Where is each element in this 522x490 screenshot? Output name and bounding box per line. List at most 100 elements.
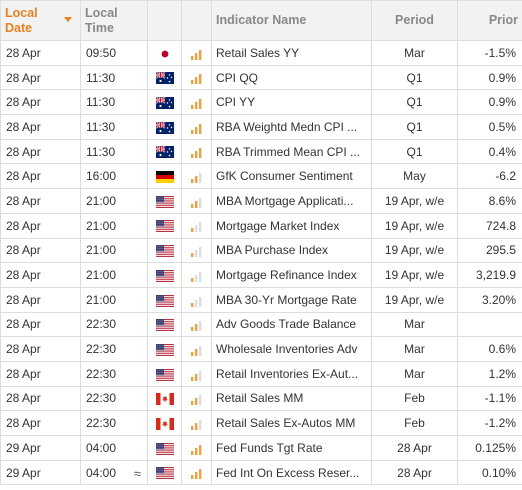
row-indicator-name[interactable]: CPI YY <box>211 89 372 116</box>
table-row[interactable]: 28 Apr 22:30 Retail Sales MM Feb -1.1% <box>0 385 522 412</box>
row-prior: 0.125% <box>457 435 522 461</box>
importance-bar <box>194 102 197 110</box>
importance-bar <box>198 173 201 184</box>
row-indicator-name[interactable]: Retail Sales Ex-Autos MM <box>211 410 372 436</box>
importance-bar <box>194 324 197 332</box>
column-header-importance[interactable] <box>181 0 212 41</box>
table-row[interactable]: 28 Apr 11:30 CPI QQ Q1 0.9% <box>0 64 522 91</box>
row-indicator-name[interactable]: Retail Sales YY <box>211 40 372 66</box>
row-country <box>147 237 182 264</box>
row-time-value: 04:00 <box>86 440 117 455</box>
importance-bars-icon <box>190 270 203 282</box>
usa-flag-icon <box>155 195 174 208</box>
table-row[interactable]: 28 Apr 09:50 Retail Sales YY Mar -1.5% <box>0 40 522 66</box>
column-header-prior[interactable]: Prior <box>457 0 522 41</box>
importance-bar <box>194 274 197 282</box>
importance-bar <box>198 469 201 480</box>
table-row[interactable]: 28 Apr 11:30 RBA Trimmed Mean CPI ... Q1 0.4… <box>0 138 522 165</box>
row-indicator-name[interactable]: MBA Mortgage Applicati... <box>211 188 372 214</box>
table-row[interactable]: 28 Apr 22:30 Retail Sales Ex-Autos MM Feb -1… <box>0 410 522 436</box>
table-row[interactable]: 28 Apr 22:30 Wholesale Inventories Adv Mar 0… <box>0 336 522 362</box>
importance-bar <box>194 52 197 60</box>
importance-bar <box>198 74 201 85</box>
table-row[interactable]: 28 Apr 22:30 Retail Inventories Ex-Aut... M… <box>0 360 522 387</box>
row-prior: 0.10% <box>457 459 522 486</box>
table-row[interactable]: 28 Apr 11:30 RBA Weightd Medn CPI ... Q1 0.5… <box>0 114 522 140</box>
row-period: 19 Apr, w/e <box>371 286 458 313</box>
column-header-country[interactable] <box>147 0 182 41</box>
row-date: 28 Apr <box>0 163 81 190</box>
importance-bar <box>190 351 193 356</box>
row-indicator-name[interactable]: Retail Inventories Ex-Aut... <box>211 360 372 387</box>
importance-bar <box>190 228 193 233</box>
row-period: Mar <box>371 336 458 362</box>
table-row[interactable]: 28 Apr 21:00 MBA Purchase Index 19 Apr, w/e… <box>0 237 522 264</box>
row-time-value: 11:30 <box>86 119 116 134</box>
prior-label: Prior <box>488 13 518 27</box>
row-indicator-name[interactable]: Wholesale Inventories Adv <box>211 336 372 362</box>
usa-flag-icon <box>155 343 174 356</box>
usa-flag-icon <box>155 442 174 455</box>
table-row[interactable]: 28 Apr 21:00 Mortgage Refinance Index 19 Ap… <box>0 262 522 288</box>
table-row[interactable]: 28 Apr 16:00 GfK Consumer Sentiment May -6.2 <box>0 163 522 190</box>
row-indicator-name[interactable]: MBA 30-Yr Mortgage Rate <box>211 286 372 313</box>
row-importance <box>181 188 212 214</box>
row-prior: 0.4% <box>457 138 522 165</box>
importance-bar <box>194 225 197 233</box>
table-row[interactable]: 28 Apr 22:30 Adv Goods Trade Balance Mar <box>0 311 522 338</box>
importance-bar <box>194 176 197 184</box>
importance-bar <box>198 419 201 430</box>
row-indicator-name[interactable]: Fed Int On Excess Reser... <box>211 459 372 486</box>
row-indicator-name[interactable]: Fed Funds Tgt Rate <box>211 435 372 461</box>
column-header-local-time[interactable]: Local Time <box>80 0 148 41</box>
row-indicator-name[interactable]: Mortgage Market Index <box>211 212 372 239</box>
importance-bars-icon <box>190 295 203 307</box>
importance-bar <box>198 123 201 134</box>
row-date: 28 Apr <box>0 212 81 239</box>
column-header-period[interactable]: Period <box>371 0 458 41</box>
usa-flag-icon <box>155 467 174 480</box>
importance-bars-icon <box>190 146 203 159</box>
row-indicator-name[interactable]: GfK Consumer Sentiment <box>211 163 372 190</box>
row-indicator-name[interactable]: Mortgage Refinance Index <box>211 262 372 288</box>
importance-bar <box>194 472 197 480</box>
usa-flag-icon <box>155 294 174 307</box>
row-period: 19 Apr, w/e <box>371 262 458 288</box>
importance-bar <box>198 296 201 307</box>
importance-bars-icon <box>190 467 203 480</box>
australia-flag-icon <box>155 146 174 159</box>
row-prior: -1.5% <box>457 40 522 66</box>
row-time: 22:30 <box>80 385 148 412</box>
row-country <box>147 188 182 214</box>
row-indicator-name[interactable]: Adv Goods Trade Balance <box>211 311 372 338</box>
row-prior: 0.9% <box>457 64 522 91</box>
row-date: 28 Apr <box>0 40 81 66</box>
importance-bar <box>190 179 193 184</box>
table-row[interactable]: 28 Apr 21:00 MBA 30-Yr Mortgage Rate 19 Apr… <box>0 286 522 313</box>
row-indicator-name[interactable]: RBA Weightd Medn CPI ... <box>211 114 372 140</box>
row-period: Q1 <box>371 114 458 140</box>
importance-bar <box>198 345 201 356</box>
importance-bar <box>190 450 193 455</box>
row-time-value: 21:00 <box>86 218 117 233</box>
row-indicator-name[interactable]: RBA Trimmed Mean CPI ... <box>211 138 372 165</box>
row-country <box>147 89 182 116</box>
table-row[interactable]: 29 Apr 04:00 ≈ Fed Int On Excess Reser... 28… <box>0 459 522 486</box>
row-indicator-name[interactable]: Retail Sales MM <box>211 385 372 412</box>
column-header-indicator-name[interactable]: Indicator Name <box>211 0 372 41</box>
usa-flag-icon <box>155 269 174 282</box>
row-indicator-name[interactable]: CPI QQ <box>211 64 372 91</box>
importance-bar <box>190 80 193 85</box>
table-row[interactable]: 28 Apr 11:30 CPI YY Q1 0.9% <box>0 89 522 116</box>
local-time-label: Local Time <box>85 5 118 35</box>
table-row[interactable]: 28 Apr 21:00 MBA Mortgage Applicati... 19 A… <box>0 188 522 214</box>
row-indicator-name[interactable]: MBA Purchase Index <box>211 237 372 264</box>
australia-flag-icon <box>155 72 174 85</box>
column-header-local-date[interactable]: Local Date <box>0 0 81 41</box>
table-row[interactable]: 28 Apr 21:00 Mortgage Market Index 19 Apr, … <box>0 212 522 239</box>
economic-calendar-table: Local Date Local Time Indicator Name Per… <box>0 0 522 486</box>
row-prior: -6.2 <box>457 163 522 190</box>
table-row[interactable]: 29 Apr 04:00 Fed Funds Tgt Rate 28 Apr 0.125… <box>0 435 522 461</box>
row-time: 21:00 <box>80 237 148 264</box>
header-row: Local Date Local Time Indicator Name Per… <box>0 0 522 41</box>
